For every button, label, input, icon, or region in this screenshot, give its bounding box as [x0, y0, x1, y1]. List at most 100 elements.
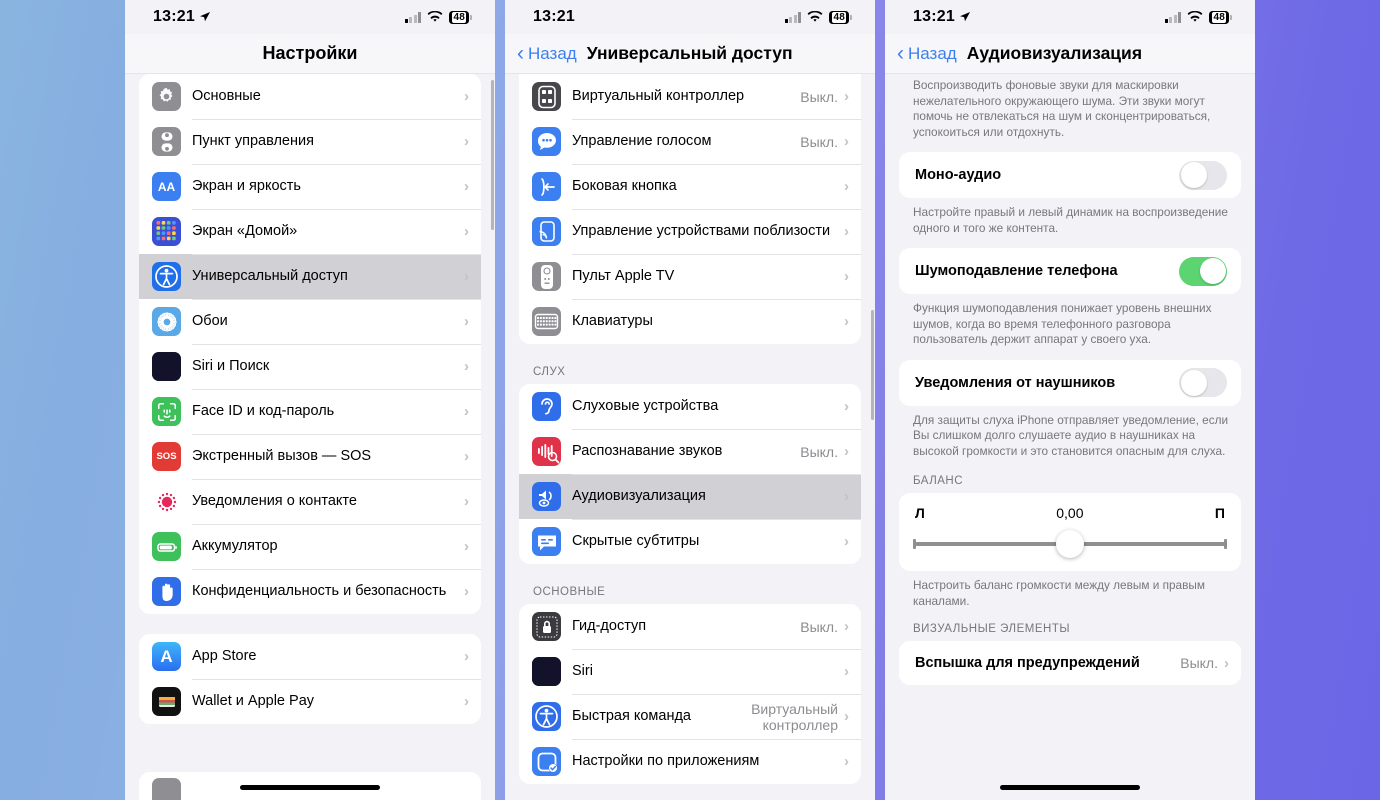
list-item-гид-доступ[interactable]: Гид-доступ Выкл. › — [519, 604, 861, 649]
chevron-right-icon: › — [844, 88, 849, 105]
slider-cap-right — [1224, 539, 1227, 549]
settings-scroll-area[interactable]: Основные › Пункт управления › AA Экран и ярко… — [125, 74, 495, 800]
list-item-виртуальный-контроллер[interactable]: Виртуальный контроллер Выкл. › — [519, 74, 861, 119]
list-item-управление-устройствами-поблизости[interactable]: Управление устройствами поблизости › — [519, 209, 861, 254]
chevron-right-icon: › — [464, 583, 469, 600]
chevron-right-icon: › — [844, 618, 849, 635]
chevron-left-icon: ‹ — [517, 42, 524, 65]
status-bar: 13:21 48 — [505, 0, 875, 34]
list-item-label: Экран «Домой» — [192, 223, 298, 239]
cellular-signal-icon — [404, 11, 422, 23]
list-item-value: Выкл. — [800, 133, 838, 150]
list-item-конфиденциальность-и-безопасность[interactable]: Конфиденциальность и безопасность › — [139, 569, 481, 614]
list-item-value: Выкл. — [800, 443, 838, 460]
list-item-label: Аккумулятор — [192, 538, 278, 554]
list-item-label: Siri и Поиск — [192, 358, 270, 374]
settings-group-1: A App Store › Wallet и Apple Pay › — [139, 634, 481, 724]
headphone-notif-row[interactable]: Уведомления от наушников — [899, 359, 1241, 406]
chevron-right-icon: › — [844, 268, 849, 285]
list-item-app-store[interactable]: A App Store › — [139, 634, 481, 679]
chevron-right-icon: › — [844, 488, 849, 505]
list-item-siri-и-поиск[interactable]: Siri и Поиск › — [139, 344, 481, 389]
battery-icon: 48 — [829, 10, 852, 24]
nav-row: ‹ Назад Универсальный доступ — [505, 43, 875, 64]
chevron-right-icon: › — [844, 133, 849, 150]
list-item-label: Пульт Apple TV — [572, 268, 675, 284]
slider-knob[interactable] — [1056, 530, 1084, 558]
mono-audio-toggle[interactable] — [1179, 160, 1227, 190]
chevron-right-icon: › — [464, 448, 469, 465]
chevron-right-icon: › — [464, 313, 469, 330]
list-item-быстрая-команда[interactable]: Быстрая команда Виртуальный контроллер › — [519, 694, 861, 739]
list-item-обои[interactable]: Обои › — [139, 299, 481, 344]
list-item-универсальный-доступ[interactable]: Универсальный доступ › — [139, 254, 481, 299]
balance-scale: Л 0,00 П — [913, 501, 1227, 533]
list-item-экстренный-вызов-sos[interactable]: SOS Экстренный вызов — SOS › — [139, 434, 481, 479]
phone-noise-row[interactable]: Шумоподавление телефона — [899, 248, 1241, 294]
guided-access-icon — [532, 612, 561, 641]
list-item-уведомления-о-контакте[interactable]: Уведомления о контакте › — [139, 479, 481, 524]
apple-tv-remote-icon — [532, 262, 561, 291]
list-item-пульт-apple-tv[interactable]: Пульт Apple TV › — [519, 254, 861, 299]
chevron-right-icon: › — [464, 223, 469, 240]
list-item-siri[interactable]: Siri › — [519, 649, 861, 694]
chevron-right-icon: › — [844, 533, 849, 550]
mono-audio-label: Моно-аудио — [915, 167, 1002, 183]
list-item-label: Пункт управления — [192, 133, 314, 149]
list-item-пункт-управления[interactable]: Пункт управления › — [139, 119, 481, 164]
list-item-настройки-по-приложениям[interactable]: Настройки по приложениям › — [519, 739, 861, 784]
chevron-right-icon: › — [844, 443, 849, 460]
phone-panel-settings: 13:21 48 Настройки Основные › Пункт управл… — [125, 0, 495, 800]
list-item-слуховые-устройства[interactable]: Слуховые устройства › — [519, 384, 861, 429]
phone-noise-toggle[interactable] — [1179, 256, 1227, 286]
headphone-notif-toggle[interactable] — [1179, 368, 1227, 397]
battery-icon: 48 — [1209, 10, 1232, 24]
balance-left-label: Л — [915, 505, 925, 521]
back-button[interactable]: ‹ Назад — [885, 42, 957, 65]
flash-alerts-row[interactable]: Вспышка для предупреждений Выкл. › — [899, 641, 1241, 685]
status-bar-left: 13:21 — [913, 8, 971, 26]
list-item-экран-и-яркость[interactable]: AA Экран и яркость › — [139, 164, 481, 209]
display-brightness-icon: AA — [152, 172, 181, 201]
cellular-signal-icon — [1164, 11, 1182, 23]
scrollbar[interactable] — [490, 80, 494, 230]
scrollbar[interactable] — [870, 310, 874, 420]
list-item-клавиатуры[interactable]: Клавиатуры › — [519, 299, 861, 344]
phone-noise-note: Функция шумоподавления понижает уровень … — [913, 301, 1212, 346]
list-item-основные[interactable]: Основные › — [139, 74, 481, 119]
list-item-wallet-и-apple-pay[interactable]: Wallet и Apple Pay › — [139, 679, 481, 724]
list-item-label: Боковая кнопка — [572, 178, 677, 194]
chevron-right-icon: › — [464, 403, 469, 420]
list-item-боковая-кнопка[interactable]: Боковая кнопка › — [519, 164, 861, 209]
list-item-экран-домой[interactable]: Экран «Домой» › — [139, 209, 481, 254]
audio-visual-scroll-area[interactable]: Воспроизводить фоновые звуки для маскиро… — [885, 74, 1255, 800]
list-item-label: Скрытые субтитры — [572, 533, 700, 549]
list-item-label: Настройки по приложениям — [572, 753, 760, 769]
list-item-label: Экран и яркость — [192, 178, 301, 194]
list-item-label: Быстрая команда — [572, 708, 691, 724]
location-arrow-icon — [959, 12, 970, 22]
control-center-icon — [152, 127, 181, 156]
list-item-аудиовизуализация[interactable]: Аудиовизуализация › — [519, 474, 861, 519]
mono-audio-row[interactable]: Моно-аудио — [899, 152, 1241, 198]
list-item-face-id-и-код-пароль[interactable]: Face ID и код-пароль › — [139, 389, 481, 434]
phone-noise-group: Шумоподавление телефона — [899, 248, 1241, 294]
list-item-скрытые-субтитры[interactable]: Скрытые субтитры › — [519, 519, 861, 564]
siri-icon — [532, 657, 561, 686]
list-item-label: Аудиовизуализация — [572, 488, 706, 504]
nav-bar: Настройки — [125, 34, 495, 74]
list-item-управление-голосом[interactable]: Управление голосом Выкл. › — [519, 119, 861, 164]
accessibility-scroll-area[interactable]: Виртуальный контроллер Выкл. › Управление г… — [505, 74, 875, 800]
phone-noise-label: Шумоподавление телефона — [915, 263, 1118, 279]
back-button[interactable]: ‹ Назад — [505, 42, 577, 65]
chevron-left-icon: ‹ — [897, 42, 904, 65]
balance-slider[interactable] — [913, 530, 1227, 558]
wallpaper-icon — [152, 307, 181, 336]
list-item-распознавание-звуков[interactable]: Распознавание звуков Выкл. › — [519, 429, 861, 474]
chevron-right-icon: › — [464, 88, 469, 105]
flash-alerts-value: Выкл. — [1180, 655, 1218, 671]
status-bar-left: 13:21 — [533, 8, 575, 26]
battery-level: 48 — [452, 11, 466, 23]
list-item-аккумулятор[interactable]: Аккумулятор › — [139, 524, 481, 569]
list-item-label: Управление голосом — [572, 133, 712, 149]
